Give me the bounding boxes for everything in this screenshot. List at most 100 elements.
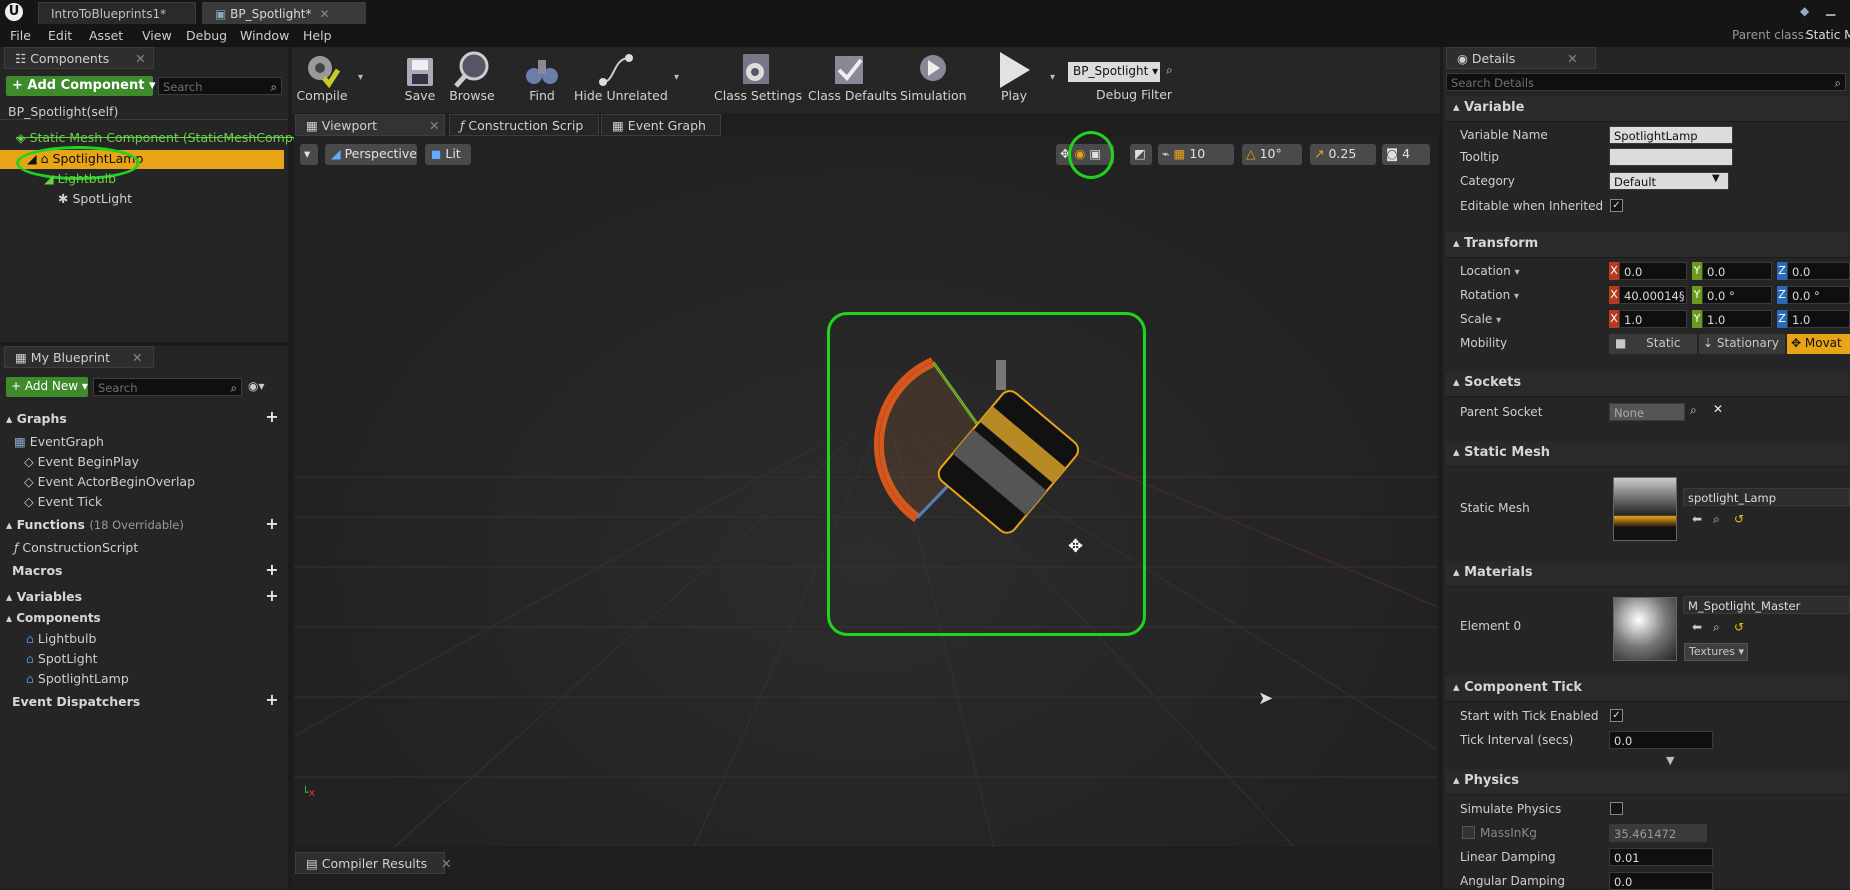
chevron-down-icon[interactable]: ▼ bbox=[1712, 173, 1720, 184]
tree-item-staticmesh[interactable]: ◈ Static Mesh Component (StaticMeshCompo… bbox=[16, 130, 308, 145]
location-z-input[interactable]: 0.0 bbox=[1787, 262, 1850, 280]
location-y-input[interactable]: 0.0 bbox=[1702, 262, 1772, 280]
viewport-options-button[interactable]: ▾ bbox=[300, 144, 318, 165]
lit-button[interactable]: ◼ Lit bbox=[425, 144, 471, 165]
play-button[interactable]: Play bbox=[990, 48, 1038, 110]
material-select[interactable]: M_Spotlight_Master bbox=[1683, 596, 1850, 614]
mobility-stationary-option[interactable]: ⇣ Stationary bbox=[1699, 334, 1785, 354]
macros-header[interactable]: Macros bbox=[12, 563, 62, 578]
eye-icon[interactable]: ◉▾ bbox=[248, 379, 265, 393]
var-item-lightbulb[interactable]: ⌂ Lightbulb bbox=[26, 631, 96, 646]
search-icon[interactable]: ⌕ bbox=[1166, 63, 1173, 78]
tab-event-graph[interactable]: ▦ Event Graph bbox=[601, 114, 721, 136]
location-x-input[interactable]: 0.0 bbox=[1619, 262, 1687, 280]
parent-socket-input[interactable]: None bbox=[1609, 403, 1685, 421]
scale-label[interactable]: Scale ▾ bbox=[1460, 312, 1501, 326]
add-dispatcher-button[interactable]: + bbox=[264, 692, 280, 709]
close-icon[interactable]: ✕ bbox=[441, 856, 451, 871]
variables-header[interactable]: ▴ Variables bbox=[6, 589, 82, 604]
rotation-label[interactable]: Rotation ▾ bbox=[1460, 288, 1519, 302]
add-function-button[interactable]: + bbox=[264, 516, 280, 533]
category-select[interactable]: Default bbox=[1609, 172, 1729, 190]
sockets-section[interactable]: ▴ Sockets bbox=[1445, 371, 1850, 397]
textures-dropdown[interactable]: Textures ▾ bbox=[1684, 643, 1748, 661]
tick-enabled-checkbox[interactable]: ✓ bbox=[1610, 709, 1623, 722]
tab-viewport[interactable]: ▦ Viewport ✕ bbox=[295, 114, 445, 136]
dispatchers-header[interactable]: Event Dispatchers bbox=[12, 694, 140, 709]
tab-construction-script[interactable]: ƒ Construction Scrip bbox=[449, 114, 599, 136]
simulate-physics-checkbox[interactable] bbox=[1610, 802, 1623, 815]
compile-button[interactable]: Compile bbox=[294, 48, 350, 110]
menu-window[interactable]: Window bbox=[240, 28, 289, 43]
tooltip-input[interactable] bbox=[1609, 148, 1733, 166]
compile-options-arrow-icon[interactable]: ▾ bbox=[358, 72, 363, 83]
browse-button[interactable]: Browse bbox=[446, 48, 498, 110]
var-item-spotlight[interactable]: ⌂ SpotLight bbox=[26, 651, 98, 666]
menu-help[interactable]: Help bbox=[303, 28, 332, 43]
rotation-x-input[interactable]: 40.00014§ bbox=[1619, 286, 1687, 304]
rotation-z-input[interactable]: 0.0 ° bbox=[1787, 286, 1850, 304]
hide-unrelated-button[interactable]: Hide Unrelated bbox=[574, 48, 668, 110]
graph-item-beginplay[interactable]: ◇ Event BeginPlay bbox=[24, 454, 139, 469]
use-selected-arrow-icon[interactable]: ⬅ bbox=[1692, 620, 1702, 634]
linear-damping-input[interactable]: 0.01 bbox=[1609, 848, 1713, 866]
material-thumbnail[interactable] bbox=[1613, 597, 1677, 661]
close-icon[interactable]: ✕ bbox=[132, 350, 142, 365]
materials-section[interactable]: ▴ Materials bbox=[1445, 561, 1850, 587]
tab-intro-blueprints[interactable]: IntroToBlueprints1* bbox=[38, 2, 196, 24]
physics-section[interactable]: ▴ Physics bbox=[1445, 769, 1850, 795]
graph-item-tick[interactable]: ◇ Event Tick bbox=[24, 494, 102, 509]
rotation-snap-button[interactable]: △ 10° bbox=[1242, 144, 1302, 165]
camera-speed-button[interactable]: ◙ 4 bbox=[1382, 144, 1430, 165]
static-mesh-select[interactable]: spotlight_Lamp bbox=[1683, 488, 1850, 506]
add-component-button[interactable]: + Add Component ▾ bbox=[6, 76, 155, 96]
my-blueprint-tab[interactable]: ▦ My Blueprint ✕ bbox=[4, 346, 154, 368]
expand-advanced-icon[interactable]: ▼ bbox=[1666, 754, 1674, 767]
variable-section[interactable]: ▴ Variable bbox=[1445, 96, 1850, 122]
tree-item-lightbulb[interactable]: ◢ Lightbulb bbox=[44, 171, 116, 186]
search-icon[interactable]: ⌕ bbox=[1690, 403, 1697, 418]
class-defaults-button[interactable]: Class Defaults bbox=[808, 48, 897, 110]
var-item-spotlightlamp[interactable]: ⌂ SpotlightLamp bbox=[26, 671, 129, 686]
self-item[interactable]: BP_Spotlight(self) bbox=[8, 104, 118, 119]
mesh-thumbnail[interactable] bbox=[1613, 477, 1677, 541]
menu-asset[interactable]: Asset bbox=[89, 28, 123, 43]
close-icon[interactable]: ✕ bbox=[135, 51, 145, 66]
menu-view[interactable]: View bbox=[142, 28, 172, 43]
scale-x-input[interactable]: 1.0 bbox=[1619, 310, 1687, 328]
add-variable-button[interactable]: + bbox=[264, 588, 280, 605]
components-tab[interactable]: ☷ Components ✕ bbox=[4, 47, 154, 69]
scale-snap-button[interactable]: ↗ 0.25 bbox=[1310, 144, 1376, 165]
scale-y-input[interactable]: 1.0 bbox=[1702, 310, 1772, 328]
reset-icon[interactable]: ↺ bbox=[1734, 620, 1744, 634]
variable-name-input[interactable]: SpotlightLamp bbox=[1609, 126, 1733, 144]
editable-checkbox[interactable]: ✓ bbox=[1610, 199, 1623, 212]
save-button[interactable]: Save bbox=[402, 48, 438, 110]
play-options-arrow-icon[interactable]: ▾ bbox=[1050, 72, 1055, 83]
angular-damping-input[interactable]: 0.0 bbox=[1609, 872, 1713, 890]
static-mesh-section[interactable]: ▴ Static Mesh bbox=[1445, 441, 1850, 467]
tree-item-spotlight[interactable]: ✱ SpotLight bbox=[58, 191, 132, 206]
find-button[interactable]: Find bbox=[524, 48, 560, 110]
compiler-results-tab[interactable]: ▤ Compiler Results ✕ bbox=[295, 852, 452, 874]
graph-item-eventgraph[interactable]: ▦ EventGraph bbox=[14, 434, 104, 449]
scale-z-input[interactable]: 1.0 bbox=[1787, 310, 1850, 328]
class-settings-button[interactable]: Class Settings bbox=[714, 48, 802, 110]
blueprint-search-input[interactable]: Search ⌕ bbox=[93, 378, 242, 396]
minimize-icon[interactable]: ▁ bbox=[1826, 2, 1846, 16]
add-new-button[interactable]: + Add New ▾ bbox=[6, 377, 88, 397]
hide-options-arrow-icon[interactable]: ▾ bbox=[674, 72, 679, 83]
grid-snap-button[interactable]: ⌁ ▦ 10 bbox=[1158, 144, 1234, 165]
add-graph-button[interactable]: + bbox=[264, 409, 280, 426]
mass-input[interactable]: 35.461472 bbox=[1609, 824, 1707, 842]
mobility-movable-option[interactable]: ✥ Movat bbox=[1787, 334, 1850, 354]
search-icon[interactable]: ⌕ bbox=[1713, 512, 1720, 527]
components-search-input[interactable]: Search ⌕ bbox=[158, 77, 282, 95]
tick-interval-input[interactable]: 0.0 bbox=[1609, 731, 1713, 749]
world-local-button[interactable]: ◩ bbox=[1130, 144, 1152, 165]
add-macro-button[interactable]: + bbox=[264, 562, 280, 579]
clear-icon[interactable]: ✕ bbox=[1713, 402, 1723, 416]
reset-icon[interactable]: ↺ bbox=[1734, 512, 1744, 526]
functions-header[interactable]: ▴ Functions (18 Overridable) bbox=[6, 517, 184, 532]
debug-object-select[interactable]: BP_Spotlight ▾ bbox=[1068, 62, 1160, 82]
